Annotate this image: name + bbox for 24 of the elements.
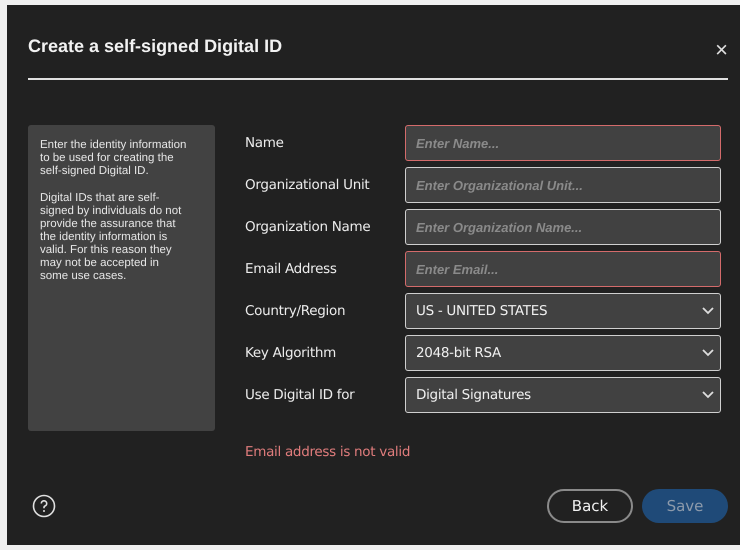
error-message: Email address is not valid	[245, 444, 412, 460]
field-label: Country/Region	[245, 303, 346, 319]
field-label: Key Algorithm	[245, 345, 337, 361]
field-label: Use Digital ID for	[245, 387, 356, 403]
info-text: Enter the identity information to be used for creating the self-signed Digital ID.	[40, 139, 188, 178]
dropdown[interactable]: US - UNITED STATES	[405, 293, 721, 329]
dropdown[interactable]: Digital Signatures	[405, 377, 721, 413]
dialog-title: Create a self-signed Digital ID	[28, 36, 282, 56]
input-field[interactable]: Enter Organization Name...	[405, 209, 721, 245]
input-field[interactable]: Enter Organizational Unit...	[405, 167, 721, 203]
field-label: Organization Name	[245, 219, 372, 235]
close-button[interactable]: ×	[715, 39, 728, 61]
chevron-down-icon	[702, 349, 714, 357]
field-label: Organizational Unit	[245, 177, 370, 193]
field-label: Email Address	[245, 261, 338, 277]
dropdown[interactable]: 2048-bit RSA	[405, 335, 721, 371]
input-field[interactable]: Enter Email...	[405, 251, 721, 287]
chevron-down-icon	[702, 307, 714, 315]
field-label: Name	[245, 135, 285, 151]
back-button[interactable]: Back	[547, 489, 633, 523]
info-text: Digital IDs that are self-signed by individuals do not provide the assurance that the identity information is valid. For this reason they may not be accepted in some use cases.	[40, 192, 182, 283]
chevron-down-icon	[702, 391, 714, 399]
input-field[interactable]: Enter Name...	[405, 125, 721, 161]
help-icon[interactable]	[32, 494, 56, 518]
